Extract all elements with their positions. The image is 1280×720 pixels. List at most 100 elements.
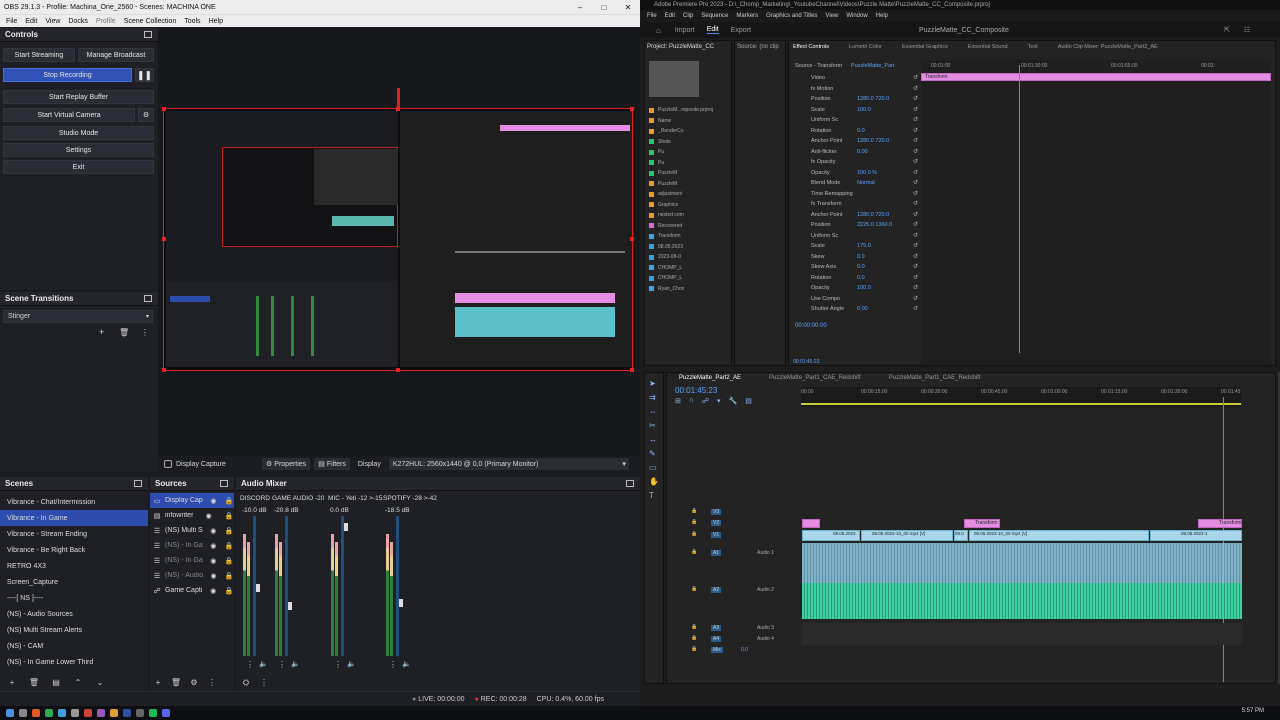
reset-icon[interactable]: ↺ (913, 74, 918, 81)
project-item[interactable]: 2023-08-0 (649, 252, 731, 263)
menu-view[interactable]: View (41, 18, 64, 25)
visibility-eye-icon[interactable]: ◉ (208, 557, 218, 565)
reset-icon[interactable]: ↺ (913, 148, 918, 155)
track-lock-icon[interactable]: 🔒 (691, 549, 697, 555)
source-item[interactable]: ☍ Game Capti ◉ 🔒 (150, 583, 234, 598)
lock-icon[interactable]: 🔒 (224, 587, 234, 595)
lock-icon[interactable]: 🔒 (224, 527, 234, 535)
track-header[interactable]: V2 🔒 (667, 519, 801, 529)
ec-property-row[interactable]: Uniform Sc ↺ (789, 115, 919, 126)
lock-icon[interactable]: 🔒 (224, 497, 234, 505)
undock-icon[interactable] (220, 480, 228, 487)
ec-timecode[interactable]: 00:00:00:00 (795, 323, 827, 329)
speaker-icon[interactable]: 🔈 (291, 660, 300, 668)
clip-v1-d[interactable]: 08.05.2023-10_00.mp4 [V] (969, 530, 1149, 541)
menu-scene-collection[interactable]: Scene Collection (120, 18, 181, 25)
project-item[interactable]: CHOMP_L (649, 263, 731, 274)
reset-icon[interactable]: ↺ (913, 169, 918, 176)
menu-profile[interactable]: Profile (92, 18, 120, 25)
menu-edit[interactable]: Edit (21, 18, 41, 25)
scene-item[interactable]: Vibrance - Be Right Back (0, 542, 148, 558)
project-item[interactable]: PuzzleM (649, 179, 731, 190)
razor-icon[interactable]: ✂ (649, 421, 659, 430)
sequence-tab[interactable]: PuzzleMatte_Part1_CAE_Redshift (889, 375, 981, 381)
rectangle-icon[interactable]: ▭ (649, 463, 659, 472)
project-item[interactable]: adjustment (649, 189, 731, 200)
visibility-eye-icon[interactable]: ◉ (204, 512, 214, 520)
effect-tab[interactable]: Essential Sound (968, 44, 1008, 50)
ec-property-row[interactable]: Video ↺ (789, 73, 919, 84)
lock-icon[interactable]: 🔒 (224, 512, 234, 520)
track-header[interactable]: A1 🔒 (667, 549, 801, 559)
exit-button[interactable]: Exit (3, 160, 154, 174)
scene-item[interactable]: Vibrance - Chat/Intermission (0, 494, 148, 510)
ec-property-row[interactable]: Opacity 100.0 % ↺ (789, 168, 919, 179)
ec-property-row[interactable]: Scale 100.0 ↺ (789, 105, 919, 116)
ec-property-row[interactable]: fx Transform ↺ (789, 199, 919, 210)
obs-taskbar-icon[interactable] (136, 709, 144, 717)
stop-recording-button[interactable]: Stop Recording (3, 68, 132, 82)
captions-icon[interactable]: ▤ (745, 397, 752, 405)
reset-icon[interactable]: ↺ (913, 137, 918, 144)
gear-icon[interactable]: ⚙ (188, 677, 200, 688)
settings-button[interactable]: Settings (3, 143, 154, 157)
trash-icon[interactable]: 🗑 (170, 677, 182, 688)
spotify-taskbar-icon[interactable] (149, 709, 157, 717)
trash-icon[interactable]: 🗑 (119, 328, 129, 337)
pr-menu-markers[interactable]: Markers (732, 13, 762, 19)
audio-clip-a2[interactable] (802, 583, 1242, 619)
maximize-icon[interactable]: □ (592, 3, 616, 12)
workspace-edit[interactable]: Edit (706, 26, 719, 34)
visibility-eye-icon[interactable]: ◉ (208, 497, 218, 505)
ec-property-value[interactable]: 1280.0 720.0 (857, 212, 889, 218)
filter-icon[interactable]: ▤ (50, 677, 62, 688)
clip-transform-2[interactable]: Transform (1198, 519, 1242, 528)
ec-property-value[interactable]: 0.00 (857, 306, 868, 312)
speaker-icon[interactable]: 🔈 (347, 660, 356, 668)
ec-property-value[interactable]: 1280.0 720.0 (857, 138, 889, 144)
studio-mode-button[interactable]: Studio Mode (3, 126, 154, 140)
pr-menu-edit[interactable]: Edit (661, 13, 679, 19)
reset-icon[interactable]: ↺ (913, 263, 918, 270)
ec-property-row[interactable]: Position 1280.0 720.0 ↺ (789, 94, 919, 105)
more-icon[interactable]: ⋮ (278, 660, 286, 669)
source-item[interactable]: ☰ (NS) - In Ga ◉ 🔒 (150, 538, 234, 553)
ec-property-value[interactable]: 2225.0 1360.0 (857, 222, 892, 228)
menu-help[interactable]: Help (205, 18, 227, 25)
ec-property-row[interactable]: fx Opacity ↺ (789, 157, 919, 168)
track-header[interactable]: A4 🔒 (667, 635, 801, 645)
scene-item[interactable]: Vibrance - In Game (0, 510, 148, 526)
ec-playhead[interactable] (1019, 65, 1020, 353)
track-header[interactable]: V1 🔒 (667, 531, 801, 541)
reset-icon[interactable]: ↺ (913, 106, 918, 113)
marker-icon[interactable]: ▾ (717, 397, 721, 405)
reset-icon[interactable]: ↺ (913, 179, 918, 186)
project-item[interactable]: nested com (649, 210, 731, 221)
workspace-import[interactable]: Import (675, 27, 695, 34)
lock-icon[interactable]: 🔒 (224, 557, 234, 565)
start-streaming-button[interactable]: Start Streaming (3, 48, 75, 62)
menu-docks[interactable]: Docks (64, 18, 91, 25)
ec-property-value[interactable]: 0.00 (857, 149, 868, 155)
ec-property-value[interactable]: 0.0 (857, 275, 865, 281)
track-header[interactable]: Mix 🔒 (667, 646, 801, 656)
track-lock-icon[interactable]: 🔒 (691, 635, 697, 641)
reset-icon[interactable]: ↺ (913, 158, 918, 165)
work-area-bar[interactable] (801, 403, 1241, 405)
track-lock-icon[interactable]: 🔒 (691, 508, 697, 514)
project-item[interactable]: PuzzleM...mposite.prproj (649, 105, 731, 116)
timeline-ruler[interactable]: 00:00 00:00:15:00 00:00:30:00 00:00:45:00 00… (801, 387, 1241, 407)
reset-icon[interactable]: ↺ (913, 274, 918, 281)
snap-icon[interactable]: ∩ (689, 397, 694, 405)
clip-v1-e[interactable]: 08.05.2023-1 (1150, 530, 1242, 541)
project-item[interactable]: _RenderCo (649, 126, 731, 137)
ec-property-value[interactable]: 0.0 (857, 264, 865, 270)
track-header[interactable]: A2 🔒 (667, 586, 801, 596)
display-select[interactable]: K272HUL: 2560x1440 @ 0,0 (Primary Monito… (388, 458, 629, 470)
reset-icon[interactable]: ↺ (913, 116, 918, 123)
scene-item[interactable]: (NS) - In Game Lower Third (0, 654, 148, 670)
ec-property-row[interactable]: Rotation 0.0 ↺ (789, 126, 919, 137)
effect-tab[interactable]: Effect Controls (793, 44, 829, 50)
ec-property-value[interactable]: 1280.0 720.0 (857, 96, 889, 102)
share-icon[interactable]: ⇱ (1224, 26, 1230, 34)
